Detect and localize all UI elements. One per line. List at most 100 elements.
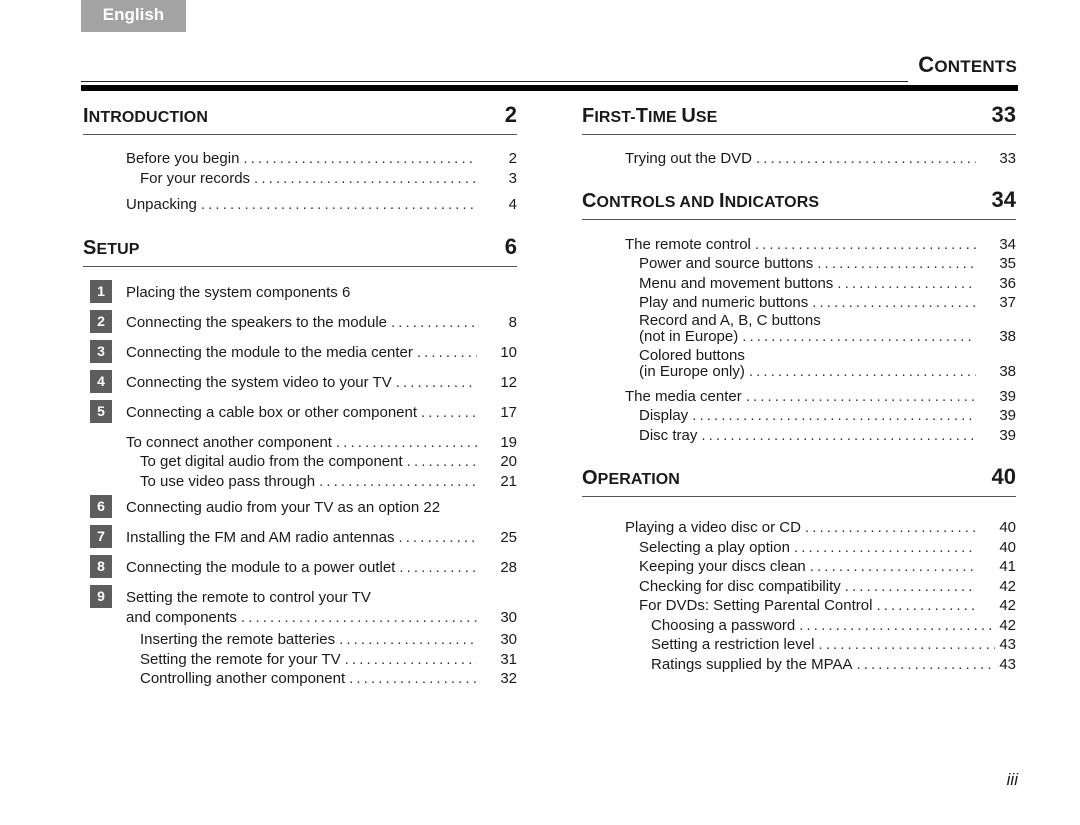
leader-dots: ........................................… xyxy=(876,597,976,614)
setup-step-1[interactable]: 1 Placing the system components 6 xyxy=(83,279,517,303)
toc-entry[interactable]: (not in Europe).........................… xyxy=(582,328,1016,345)
toc-entry[interactable]: Controlling another component...........… xyxy=(83,669,517,689)
section-first-time-use[interactable]: FIRST-TIME USE 33 xyxy=(582,100,1016,135)
leader-dots: ........................................… xyxy=(844,577,976,595)
step-number-badge: 8 xyxy=(90,555,112,578)
toc-entry[interactable]: Setting a restriction level.............… xyxy=(582,635,1016,655)
toc-entry[interactable]: For DVDs: Setting Parental Control......… xyxy=(582,596,1016,616)
toc-entry[interactable]: Setting the remote for your TV..........… xyxy=(83,650,517,670)
toc-entry[interactable]: Playing a video disc or CD..............… xyxy=(582,518,1016,538)
toc-entry[interactable]: Disc tray...............................… xyxy=(582,426,1016,446)
section-page: 40 xyxy=(991,464,1016,489)
leader-dots: ........................................… xyxy=(804,519,976,536)
toc-entry[interactable]: Checking for disc compatibility.........… xyxy=(582,577,1016,597)
leader-dots: ........................................… xyxy=(817,255,976,272)
leader-dots: ........................................… xyxy=(240,608,477,626)
step-number-badge: 7 xyxy=(90,525,112,548)
toc-entry[interactable]: Trying out the DVD......................… xyxy=(582,149,1016,169)
setup-step-3[interactable]: 3 Connecting the module to the media cent… xyxy=(83,339,517,363)
step-number-badge: 4 xyxy=(90,369,112,393)
step-number-badge: 9 xyxy=(90,585,112,608)
right-column: FIRST-TIME USE 33 Trying out the DVD....… xyxy=(582,100,1016,674)
leader-dots: ........................................… xyxy=(809,558,976,575)
leader-dots: ........................................… xyxy=(837,274,976,292)
toc-entry[interactable]: The media center........................… xyxy=(582,387,1016,407)
page-title: CONTENTS xyxy=(918,52,1017,78)
leader-dots: ........................................… xyxy=(421,403,477,421)
section-operation[interactable]: OPERATION 40 xyxy=(582,464,1016,497)
section-title: FIRST-TIME USE xyxy=(582,105,718,127)
toc-entry[interactable]: Unpacking...............................… xyxy=(83,195,517,215)
setup-step-9[interactable]: 9 Setting the remote to control your TV xyxy=(83,585,517,608)
leader-dots: ........................................… xyxy=(742,328,976,345)
section-controls-and-indicators[interactable]: CONTROLS AND INDICATORS 34 xyxy=(582,187,1016,220)
toc-entry[interactable]: Menu and movement buttons...............… xyxy=(582,274,1016,294)
leader-dots: ........................................… xyxy=(395,373,477,391)
header-rule-thick xyxy=(81,85,1018,91)
step-number-badge: 6 xyxy=(90,495,112,518)
toc-entry-heading[interactable]: Record and A, B, C buttons xyxy=(582,312,1016,329)
toc-entry[interactable]: Ratings supplied by the MPAA............… xyxy=(582,655,1016,675)
section-setup[interactable]: SETUP 6 xyxy=(83,234,517,267)
toc-entry[interactable]: Selecting a play option.................… xyxy=(582,538,1016,558)
leader-dots: ........................................… xyxy=(818,636,995,653)
toc-entry[interactable]: Power and source buttons................… xyxy=(582,254,1016,274)
page-number: iii xyxy=(1006,770,1018,789)
toc-entry[interactable]: To use video pass through...............… xyxy=(83,472,517,492)
page-title-rest: ONTENTS xyxy=(934,57,1017,76)
leader-dots: ........................................… xyxy=(754,235,976,253)
step-number-badge: 2 xyxy=(90,309,112,333)
leader-dots: ........................................… xyxy=(391,313,477,331)
setup-step-6[interactable]: 6 Connecting audio from your TV as an opt… xyxy=(83,495,517,518)
setup-step-5[interactable]: 5 Connecting a cable box or other compone… xyxy=(83,399,517,423)
leader-dots: ........................................… xyxy=(745,387,976,405)
section-introduction[interactable]: INTRODUCTION 2 xyxy=(83,100,517,135)
leader-dots: ........................................… xyxy=(756,150,976,167)
step-number-badge: 1 xyxy=(90,279,112,303)
step-number-badge: 5 xyxy=(90,399,112,423)
toc-entry[interactable]: Choosing a password.....................… xyxy=(582,616,1016,636)
setup-step-7[interactable]: 7 Installing the FM and AM radio antennas… xyxy=(83,525,517,548)
leader-dots: ........................................… xyxy=(200,196,477,213)
toc-entry[interactable]: Keeping your discs clean................… xyxy=(582,557,1016,577)
toc-entry[interactable]: Inserting the remote batteries..........… xyxy=(83,630,517,650)
leader-dots: ........................................… xyxy=(793,538,976,556)
leader-dots: ........................................… xyxy=(812,294,976,311)
toc-entry[interactable]: (in Europe only)........................… xyxy=(582,363,1016,380)
section-title: OPERATION xyxy=(582,467,680,489)
page-title-initial: C xyxy=(918,52,935,77)
toc-entry[interactable]: To connect another component............… xyxy=(83,433,517,453)
leader-dots: ........................................… xyxy=(335,433,477,451)
leader-dots: ........................................… xyxy=(344,650,477,668)
language-tab[interactable]: English xyxy=(81,0,186,32)
toc-entry[interactable]: For your records........................… xyxy=(83,169,517,189)
leader-dots: ........................................… xyxy=(799,616,995,634)
toc-entry[interactable]: Display.................................… xyxy=(582,406,1016,426)
leader-dots: ........................................… xyxy=(243,150,477,167)
leader-dots: ........................................… xyxy=(254,169,477,187)
leader-dots: ........................................… xyxy=(748,363,976,380)
left-column: INTRODUCTION 2 Before you begin.........… xyxy=(83,100,517,689)
section-page: 6 xyxy=(504,233,517,259)
leader-dots: ........................................… xyxy=(692,407,976,424)
leader-dots: ........................................… xyxy=(349,670,477,687)
setup-step-4[interactable]: 4 Connecting the system video to your TV.… xyxy=(83,369,517,393)
section-page: 2 xyxy=(504,102,517,127)
header-rule-thin xyxy=(81,81,908,82)
leader-dots: ........................................… xyxy=(339,631,477,648)
section-title: SETUP xyxy=(83,236,140,259)
leader-dots: ........................................… xyxy=(406,453,477,470)
toc-entry-continuation[interactable]: and components..........................… xyxy=(83,608,517,628)
toc-entry[interactable]: Before you begin........................… xyxy=(83,149,517,169)
toc-entry[interactable]: The remote control......................… xyxy=(582,235,1016,255)
setup-step-2[interactable]: 2 Connecting the speakers to the module..… xyxy=(83,309,517,333)
setup-step-8[interactable]: 8 Connecting the module to a power outlet… xyxy=(83,555,517,578)
section-page: 34 xyxy=(991,186,1016,212)
toc-entry[interactable]: To get digital audio from the component.… xyxy=(83,452,517,472)
section-title: INTRODUCTION xyxy=(83,105,208,127)
toc-entry[interactable]: Play and numeric buttons................… xyxy=(582,293,1016,313)
leader-dots: ........................................… xyxy=(701,426,976,444)
leader-dots: ........................................… xyxy=(416,343,477,361)
toc-entry-heading[interactable]: Colored buttons xyxy=(582,347,1016,364)
step-number-badge: 3 xyxy=(90,339,112,363)
